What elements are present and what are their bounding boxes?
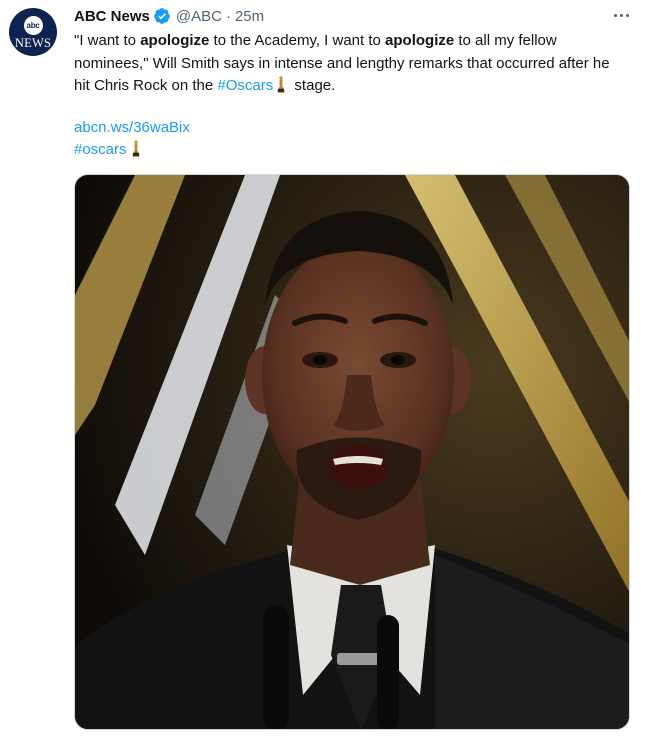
oscar-trophy-emoji: [278, 76, 285, 93]
tweet-header: ABC News @ABC · 25m: [74, 6, 264, 26]
abc-logo-circle: abc: [23, 15, 43, 35]
verified-badge-icon: [153, 8, 170, 24]
tweet-media-image[interactable]: [74, 174, 630, 730]
more-dot: [625, 13, 629, 17]
article-link[interactable]: abcn.ws/36waBix: [74, 119, 190, 136]
separator-dot: ·: [225, 7, 231, 25]
avatar[interactable]: abc NEWS: [9, 8, 57, 56]
hashtag-line: #oscars: [74, 139, 145, 161]
hashtag-oscars[interactable]: #Oscars: [217, 77, 273, 94]
oscar-trophy-emoji: [132, 140, 139, 157]
abc-logo-news: NEWS: [14, 35, 52, 50]
tweet-text-bold: apologize: [140, 32, 210, 49]
handle[interactable]: @ABC: [176, 8, 222, 25]
tweet-text-part: "I want to: [74, 32, 141, 49]
link-line: abcn.ws/36waBix: [74, 117, 190, 139]
hashtag-oscars-2[interactable]: #oscars: [74, 141, 127, 158]
tweet-text-part: to the Academy, I want to: [209, 32, 386, 49]
more-dot: [613, 13, 617, 17]
tweet[interactable]: abc NEWS ABC News @ABC · 25m "I want to …: [0, 0, 649, 736]
display-name[interactable]: ABC News: [74, 8, 150, 25]
tweet-text-part: stage.: [290, 77, 336, 94]
tweet-text-bold: apologize: [385, 32, 455, 49]
tweet-text: "I want to apologize to the Academy, I w…: [74, 30, 619, 98]
more-options-icon[interactable]: [608, 8, 634, 22]
timestamp[interactable]: 25m: [235, 8, 264, 25]
more-dot: [619, 13, 623, 17]
media-photo: [75, 175, 629, 729]
